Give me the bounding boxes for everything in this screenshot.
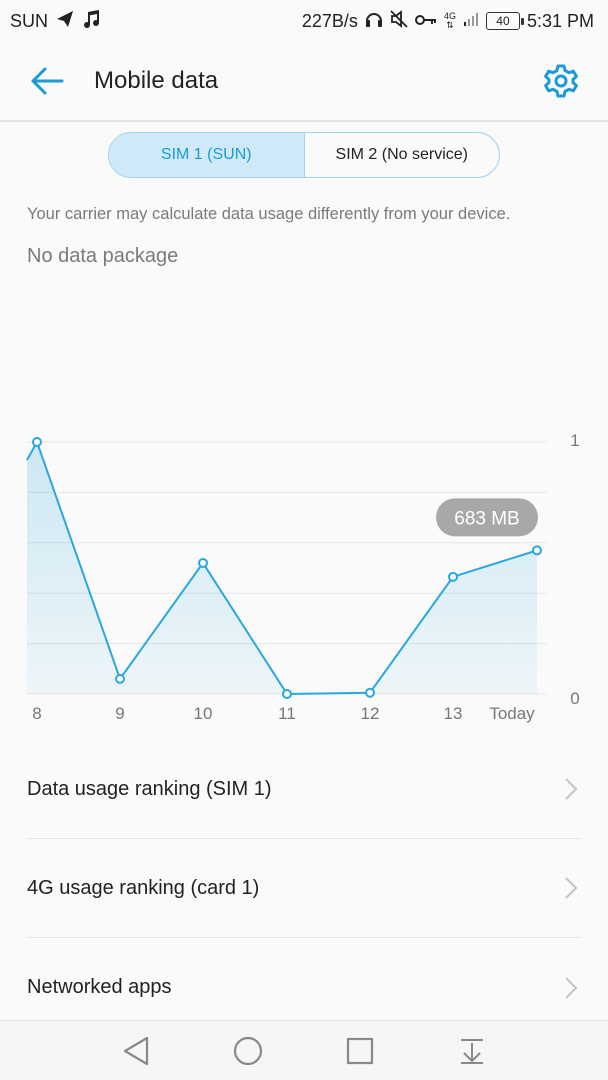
data-usage-chart: 8 9 10 11 12 13 Today 1 0 683 MB <box>0 420 608 730</box>
back-arrow-icon <box>31 67 64 95</box>
carrier-name: SUN <box>10 10 49 31</box>
list-item-label: 4G usage ranking (card 1) <box>27 876 260 899</box>
settings-button[interactable] <box>528 48 594 114</box>
back-button[interactable] <box>14 48 80 114</box>
usage-chart-svg: 8 9 10 11 12 13 Today10683 MB <box>26 431 580 723</box>
x-tick-label: 10 <box>194 704 213 723</box>
chevron-right-icon <box>561 777 581 801</box>
pull-down-icon <box>461 1038 483 1064</box>
send-icon <box>56 10 74 33</box>
nav-recents-button[interactable] <box>330 1023 390 1079</box>
nav-home-button[interactable] <box>218 1023 278 1079</box>
x-tick-label: 9 <box>115 704 124 723</box>
key-icon <box>414 11 437 32</box>
x-tick-label: 11 <box>278 704 296 723</box>
music-note-icon <box>82 9 100 34</box>
x-tick-label: 12 <box>361 704 380 723</box>
mute-icon <box>390 9 408 33</box>
clock: 5:31 PM <box>526 10 594 31</box>
x-tick-label: Today <box>489 704 535 723</box>
data-point-12 <box>365 687 375 698</box>
status-left: SUN <box>10 9 100 34</box>
options-list: Data usage ranking (SIM 1) 4G usage rank… <box>0 740 608 1037</box>
page-title: Mobile data <box>94 67 219 94</box>
headset-icon <box>365 10 383 33</box>
nav-back-button[interactable] <box>106 1023 166 1079</box>
chevron-right-icon <box>561 876 581 900</box>
navigation-bar <box>0 1020 608 1080</box>
y-tick-label-min: 0 <box>570 689 579 708</box>
usage-callout-label: 683 MB <box>454 508 519 529</box>
signal-icon <box>463 11 479 32</box>
y-tick-label-max: 1 <box>570 431 579 450</box>
status-bar: SUN 227B/s 4G ⇅ 40 5:31 PM <box>0 0 608 42</box>
list-item-data-usage-ranking[interactable]: Data usage ranking (SIM 1) <box>27 740 581 839</box>
app-bar: Mobile data <box>0 42 608 122</box>
nav-notification-button[interactable] <box>442 1023 502 1079</box>
status-right: 227B/s 4G ⇅ 40 5:31 PM <box>301 9 594 33</box>
data-point-11 <box>282 689 292 699</box>
data-point-9 <box>115 673 125 684</box>
square-recents-icon <box>346 1037 374 1064</box>
x-tick-label: 13 <box>444 704 463 723</box>
usage-area <box>27 442 537 694</box>
carrier-note: Your carrier may calculate data usage di… <box>27 205 511 223</box>
list-item-label: Networked apps <box>27 976 172 998</box>
triangle-back-icon <box>123 1036 149 1065</box>
data-package-status: No data package <box>27 245 179 267</box>
battery-icon: 40 <box>485 12 524 30</box>
x-tick-label: 8 <box>32 704 41 723</box>
circle-home-icon <box>233 1036 263 1065</box>
tab-sim-1[interactable]: SIM 1 (SUN) <box>109 133 305 177</box>
tab-sim-2[interactable]: SIM 2 (No service) <box>305 133 500 177</box>
data-point-Today <box>532 545 542 556</box>
list-item-4g-usage-ranking[interactable]: 4G usage ranking (card 1) <box>27 839 581 938</box>
chevron-right-icon <box>561 976 581 1000</box>
sim-selector: SIM 1 (SUN) SIM 2 (No service) <box>108 132 500 178</box>
data-point-8 <box>32 437 42 447</box>
data-point-13 <box>448 571 458 582</box>
network-speed: 227B/s <box>301 10 358 31</box>
gear-icon <box>544 64 578 98</box>
data-point-10 <box>198 557 208 568</box>
list-item-label: Data usage ranking (SIM 1) <box>27 777 272 800</box>
data-arrows-icon: ⇅ <box>446 20 454 30</box>
battery-level: 40 <box>496 14 510 28</box>
network-4g-indicator: 4G ⇅ <box>444 12 456 30</box>
